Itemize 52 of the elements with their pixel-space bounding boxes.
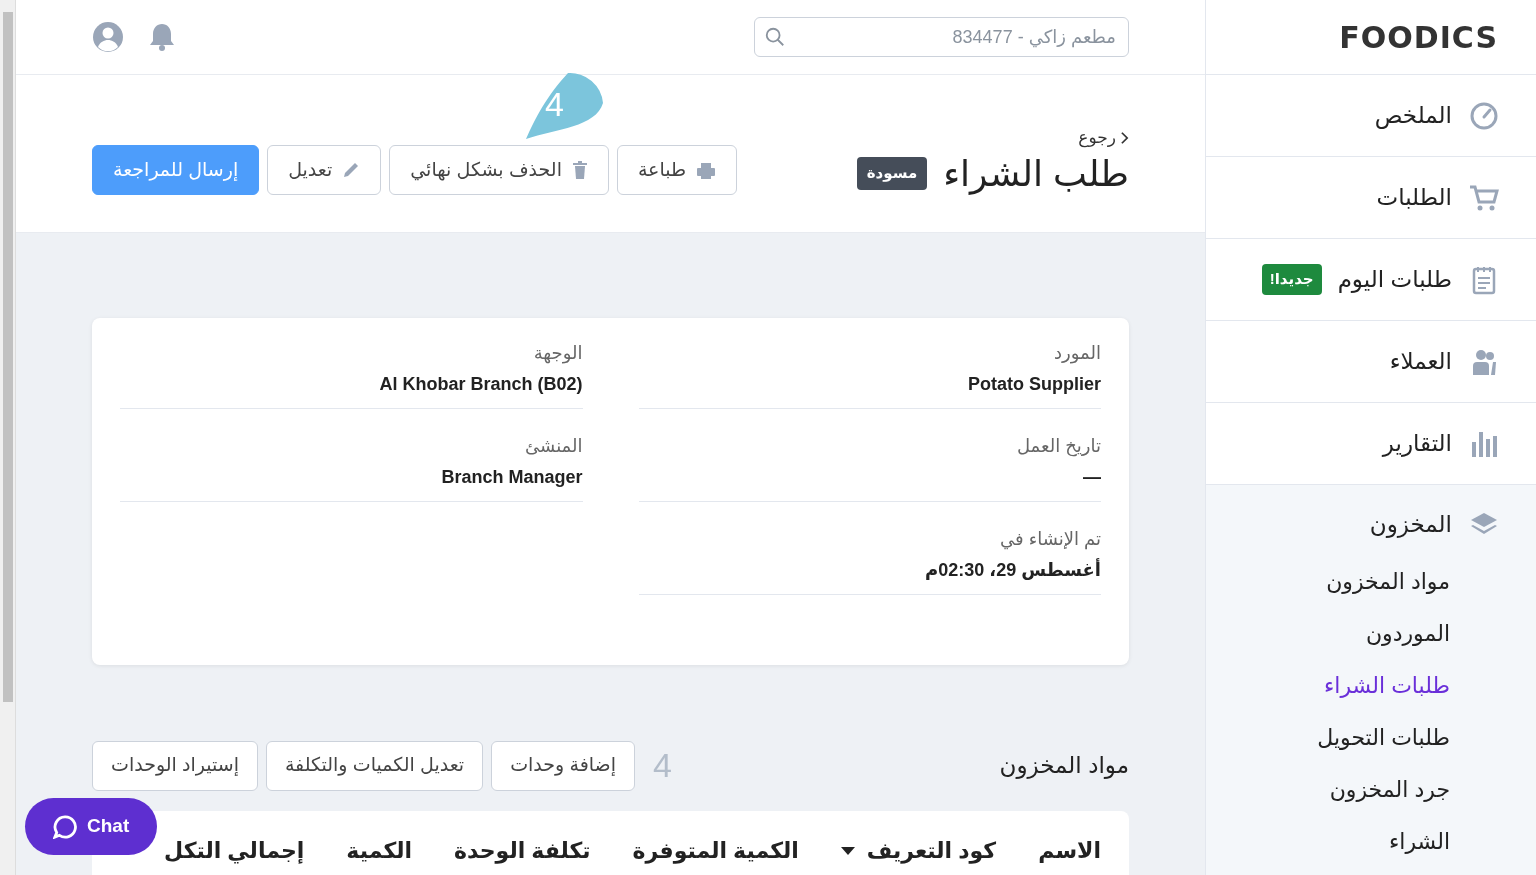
action-button[interactable]: طباعة: [616, 145, 738, 195]
sidebar-item[interactable]: الطلبات: [1206, 157, 1536, 239]
field-label: تاريخ العمل: [1015, 435, 1101, 459]
column-header[interactable]: تكلفة الوحدة: [454, 834, 591, 867]
column-header[interactable]: الكمية: [346, 834, 412, 867]
search-field[interactable]: مطعم زاكي - 834477: [754, 17, 1129, 57]
back-link[interactable]: رجوع: [1078, 125, 1129, 151]
action-button[interactable]: تعديل: [267, 145, 382, 195]
bell-icon[interactable]: [148, 22, 176, 52]
new-badge: جديدا!: [1261, 264, 1322, 295]
action-button[interactable]: إستيراد الوحدات: [92, 740, 258, 791]
sidebar-subitem[interactable]: طلبات الشراء: [1206, 659, 1536, 713]
logo: FOODICS: [1339, 18, 1498, 57]
chevron-icon: [1120, 130, 1129, 145]
field-value: Potato Supplier: [967, 373, 1101, 396]
printer-icon: [696, 161, 717, 179]
field-label: المنشئ: [524, 435, 583, 458]
field-label: المورد: [1053, 342, 1101, 366]
action-button[interactable]: الحذف بشكل نهائي: [389, 145, 609, 195]
field-value: —: [1082, 466, 1101, 489]
chat-button[interactable]: Chat: [25, 798, 158, 855]
section-title: مواد المخزون: [999, 751, 1129, 781]
sidebar-subitem[interactable]: طلبات التحويل: [1206, 712, 1536, 765]
scrollbar[interactable]: [0, 0, 16, 875]
column-header[interactable]: الكمية المتوفرة: [632, 834, 799, 867]
search-icon: [764, 26, 786, 48]
user-icon[interactable]: [92, 21, 124, 53]
trash-icon: [571, 161, 588, 179]
field-label: تم الإنشاء في: [999, 528, 1101, 552]
column-header[interactable]: كود التعريف: [840, 834, 997, 867]
action-button[interactable]: تعديل الكميات والتكلفة: [265, 740, 484, 791]
sidebar-item[interactable]: الملخص: [1206, 75, 1536, 157]
tour-step-number: 4: [545, 84, 564, 125]
sidebar-subitem[interactable]: مواد المخزون: [1206, 555, 1536, 608]
sidebar-item[interactable]: المخزون: [1206, 507, 1536, 556]
sidebar-item[interactable]: طلبات اليوم جديدا!: [1206, 239, 1536, 321]
field-label: الوجهة: [532, 342, 583, 366]
field-value: Al Khobar Branch (B02): [378, 373, 583, 396]
sidebar-subitem[interactable]: جرد المخزون: [1206, 764, 1536, 817]
field-value: أغسطس 29، 02:30م: [924, 557, 1101, 582]
sidebar-subitem[interactable]: الموردون: [1206, 607, 1536, 660]
tour-step-number: 4: [652, 745, 672, 786]
sidebar-subitem[interactable]: الشراء: [1206, 816, 1536, 869]
pencil-icon: [342, 161, 361, 179]
column-header[interactable]: إجمالي التكل: [164, 834, 305, 867]
field-value: Branch Manager: [440, 466, 583, 489]
chat-icon: [53, 814, 77, 839]
status-badge: مسودة: [856, 157, 928, 190]
page-title: طلب الشراء: [943, 151, 1129, 195]
sidebar-item[interactable]: العملاء: [1206, 321, 1536, 403]
column-header[interactable]: الاسم: [1038, 834, 1101, 867]
action-button[interactable]: إضافة وحدات: [491, 740, 635, 791]
